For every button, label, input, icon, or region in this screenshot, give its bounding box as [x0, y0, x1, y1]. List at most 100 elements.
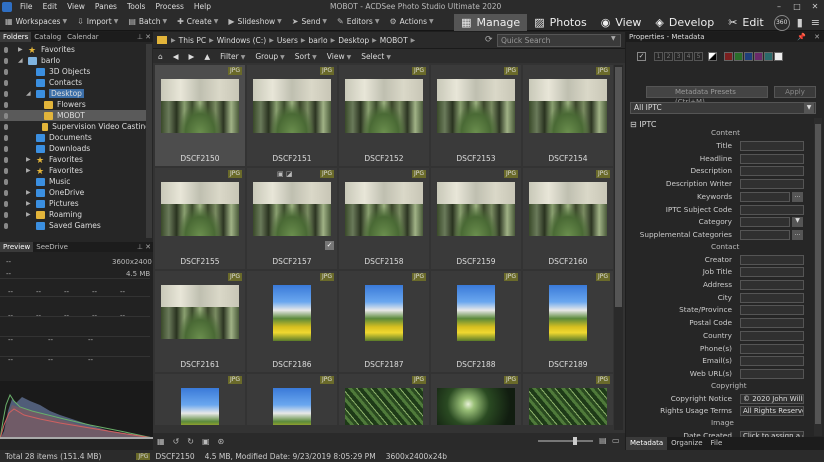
field-input[interactable] [740, 229, 790, 240]
field-input[interactable] [740, 141, 804, 151]
field-input[interactable] [740, 166, 804, 177]
metadata-view-select[interactable]: All IPTC ▼ [630, 102, 816, 114]
thumbnail-item[interactable]: JPG [155, 374, 245, 425]
iptc-section-header[interactable]: ⊟ IPTC [630, 120, 656, 129]
rotate-right-icon[interactable]: ↻ [187, 437, 194, 446]
sync-icon[interactable]: ⊛ [218, 437, 225, 446]
360-mode-button[interactable]: 360 [773, 14, 790, 31]
thumbnail-item[interactable]: JPG DSCF2153 [431, 65, 521, 166]
thumbnail-item[interactable]: JPG DSCF2188 [431, 271, 521, 372]
expand-arrow-icon[interactable]: ▶ [26, 167, 33, 174]
tab-file[interactable]: File [707, 437, 727, 450]
more-button[interactable]: ... [792, 191, 803, 202]
menu-panes[interactable]: Panes [90, 2, 122, 11]
tree-item[interactable]: Downloads [0, 143, 150, 154]
rotate-left-icon[interactable]: ↺ [173, 437, 180, 446]
toolbar-workspaces-button[interactable]: ▦ Workspaces ▼ [0, 13, 72, 31]
thumbnail-item[interactable]: JPG DSCF2189 [523, 271, 613, 372]
menu-process[interactable]: Process [150, 2, 188, 11]
mode-manage-button[interactable]: ▦ Manage [454, 14, 528, 31]
chevron-down-icon[interactable]: ▼ [611, 35, 616, 42]
tree-item[interactable]: ▶ Roaming [0, 209, 150, 220]
toolbar-import-button[interactable]: ⇩ Import ▼ [72, 13, 123, 31]
toolbar-editors-button[interactable]: ✎ Editors ▼ [332, 13, 384, 31]
pin-icon[interactable]: 📌 [797, 33, 806, 41]
mode-edit-button[interactable]: ✂ Edit [721, 14, 771, 31]
thumbnail-item[interactable]: JPG [523, 374, 613, 425]
more-button[interactable]: ... [792, 229, 803, 240]
home-icon[interactable]: ⌂ [153, 52, 168, 61]
forward-icon[interactable]: ▶ [184, 52, 200, 61]
menu-help[interactable]: Help [189, 2, 216, 11]
tab-organize[interactable]: Organize [667, 437, 706, 450]
field-input[interactable] [740, 267, 804, 278]
breadcrumb-item[interactable]: Users [274, 36, 301, 45]
thumbnail-item[interactable]: JPG [339, 374, 429, 425]
field-input[interactable] [740, 191, 790, 202]
tree-item[interactable]: Flowers [0, 99, 150, 110]
compare-icon[interactable]: ▣ [202, 437, 210, 446]
breadcrumb-item[interactable]: MOBOT [377, 36, 411, 45]
color-label-swatch[interactable] [754, 51, 763, 61]
thumbnail-item[interactable]: JPG DSCF2150 [155, 65, 245, 166]
pin-icon[interactable]: ⊥ [137, 33, 143, 41]
menu-edit[interactable]: Edit [38, 2, 63, 11]
field-input[interactable] [740, 179, 804, 190]
chevron-down-icon[interactable]: ▼ [792, 217, 803, 228]
breadcrumb-item[interactable]: Windows (C:) [214, 36, 269, 45]
rating-5-button[interactable]: 5 [694, 51, 703, 61]
zoom-slider[interactable] [538, 440, 593, 442]
field-input[interactable] [740, 204, 804, 215]
thumbnail-scrollbar[interactable] [614, 65, 623, 430]
breadcrumb-item[interactable]: Desktop [335, 36, 372, 45]
color-label-swatch[interactable] [724, 51, 733, 61]
back-icon[interactable]: ◀ [168, 52, 184, 61]
tab-preview[interactable]: Preview [0, 242, 34, 252]
field-input[interactable] [740, 318, 804, 329]
field-input[interactable]: All Rights Reserved [740, 406, 804, 417]
thumbnail-item[interactable]: JPG DSCF2159 [431, 168, 521, 269]
expand-arrow-icon[interactable]: ▶ [26, 211, 33, 218]
thumbnail-item[interactable]: JPG DSCF2157 ▣ ◪ ✓ [247, 168, 337, 269]
tree-item[interactable]: Documents [0, 132, 150, 143]
tab-catalog[interactable]: Catalog [31, 32, 64, 42]
expand-arrow-icon[interactable]: ◢ [18, 57, 25, 64]
thumbnail-item[interactable]: JPG [431, 374, 521, 425]
field-input[interactable] [740, 305, 804, 316]
thumbnail-item[interactable]: JPG DSCF2158 [339, 168, 429, 269]
rating-4-button[interactable]: 4 [684, 51, 693, 61]
panel-close-icon[interactable]: ✕ [145, 33, 151, 41]
thumbnail-item[interactable]: JPG DSCF2155 [155, 168, 245, 269]
expand-arrow-icon[interactable]: ▶ [18, 46, 25, 53]
chevron-right-icon[interactable]: ▶ [411, 37, 416, 44]
thumbnail-item[interactable]: JPG [247, 374, 337, 425]
breadcrumb-item[interactable]: barlo [305, 36, 330, 45]
rating-1-button[interactable]: 1 [654, 51, 663, 61]
toolbar-slideshow-button[interactable]: ▶ Slideshow ▼ [223, 13, 286, 31]
thumbnail-item[interactable]: JPG DSCF2151 [247, 65, 337, 166]
close-icon[interactable]: ✕ [806, 0, 824, 13]
checkmark-icon[interactable]: ✓ [325, 241, 334, 250]
tree-item[interactable]: Supervision Video Casting [0, 121, 150, 132]
zoom-slider-handle[interactable] [573, 437, 577, 445]
field-input[interactable] [740, 153, 804, 164]
tree-item[interactable]: Contacts [0, 77, 150, 88]
minimize-icon[interactable]: – [770, 0, 788, 13]
field-input[interactable] [740, 368, 804, 379]
thumbnail-item[interactable]: JPG DSCF2160 [523, 168, 613, 269]
mode-photos-button[interactable]: ▨ Photos [527, 14, 594, 31]
color-label-swatch[interactable] [774, 51, 783, 61]
tree-item[interactable]: ▶ Pictures [0, 198, 150, 209]
filter-view-menu[interactable]: View ▼ [322, 52, 356, 61]
folder-tree-scrollbar[interactable] [146, 44, 152, 238]
maximize-icon[interactable]: □ [788, 0, 806, 13]
thumbnail-item[interactable]: JPG DSCF2161 [155, 271, 245, 372]
quick-search-input[interactable]: Quick Search [497, 34, 621, 47]
rating-2-button[interactable]: 2 [664, 51, 673, 61]
rating-3-button[interactable]: 3 [674, 51, 683, 61]
view-mode-icon[interactable]: ▤ [599, 436, 607, 445]
field-input[interactable] [740, 280, 804, 290]
refresh-icon[interactable]: ⟳ [485, 35, 493, 45]
field-input[interactable] [740, 217, 790, 228]
fullscreen-icon[interactable]: ▭ [612, 436, 620, 445]
